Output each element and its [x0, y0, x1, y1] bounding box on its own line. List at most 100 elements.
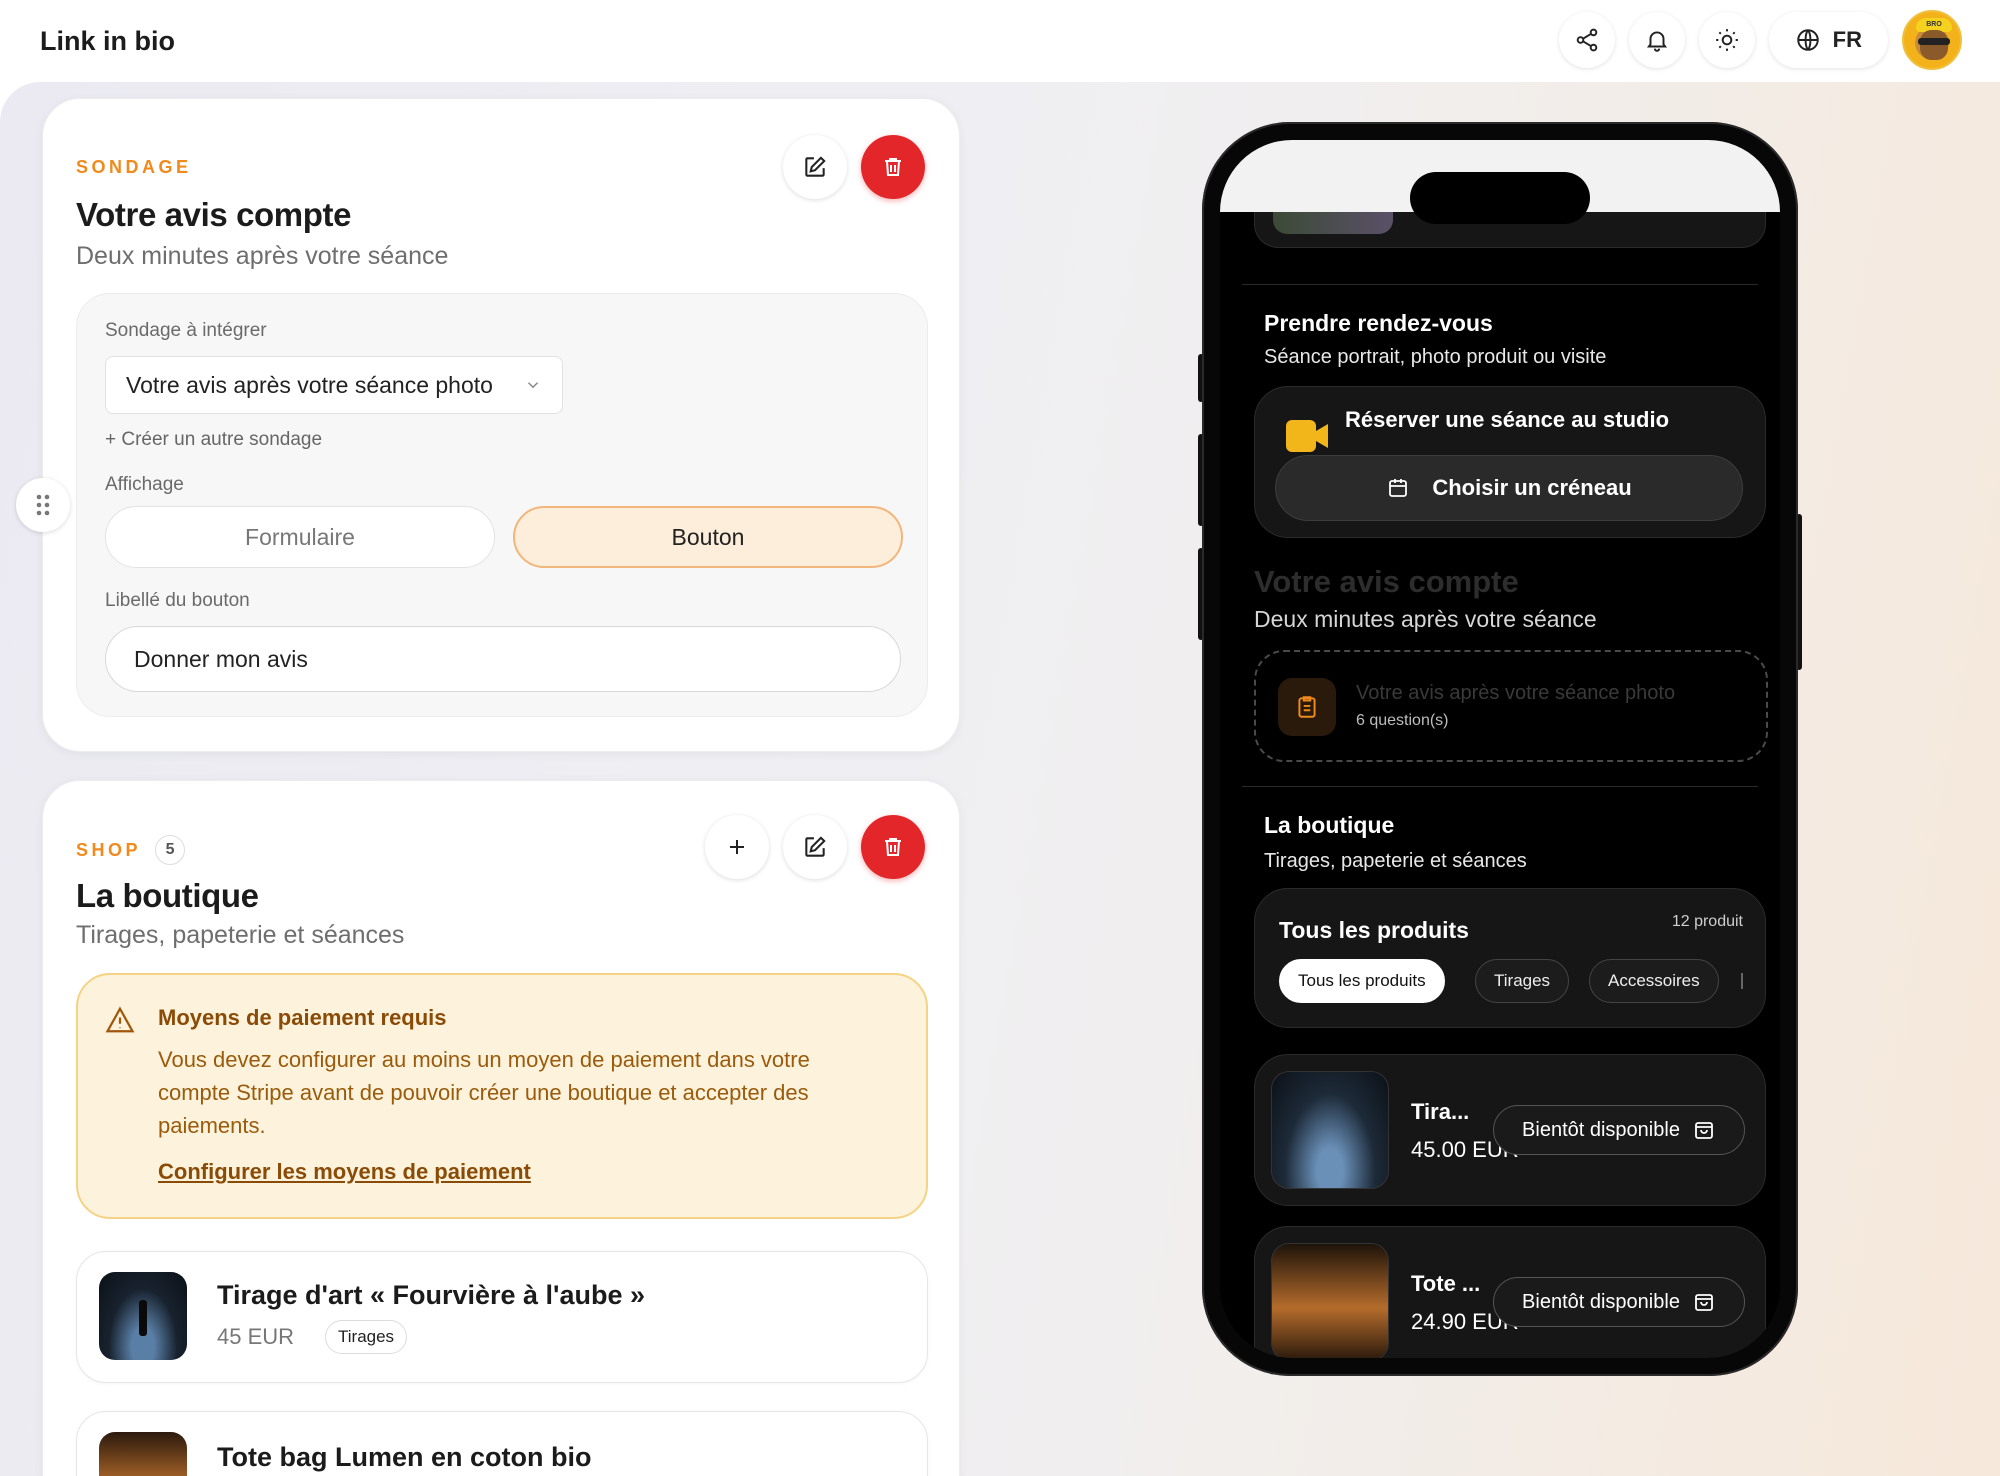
phone-product-name: Tira...	[1411, 1099, 1470, 1124]
poll-block-card: SONDAGE Votre avis compte Deux minutes a…	[42, 98, 960, 752]
display-option-button[interactable]: Bouton	[513, 506, 903, 568]
button-label-input[interactable]: Donner mon avis	[105, 626, 901, 692]
block-title: Votre avis compte	[76, 196, 352, 233]
choose-slot-button[interactable]: Choisir un créneau	[1275, 455, 1743, 521]
poll-icon-box	[1278, 678, 1336, 736]
notifications-button[interactable]	[1628, 12, 1685, 68]
grip-icon	[36, 494, 50, 516]
avatar[interactable]: BRO	[1902, 10, 1962, 70]
clipboard-icon	[1298, 696, 1316, 718]
poll-subtitle: Deux minutes après votre séance	[1254, 606, 1597, 632]
block-type-label: SHOP 5	[76, 835, 186, 865]
filter-title: Tous les produits	[1279, 917, 1469, 943]
warning-icon	[105, 1006, 135, 1033]
section-divider	[1242, 284, 1758, 285]
booking-card: Réserver une séance au studio Choisir un…	[1254, 386, 1766, 538]
product-category-tag: Tirages	[325, 1320, 408, 1354]
share-icon	[1576, 28, 1597, 52]
product-thumbnail	[99, 1272, 187, 1360]
button-label-label: Libellé du bouton	[105, 590, 250, 611]
delete-button[interactable]	[861, 135, 925, 199]
workspace: SONDAGE Votre avis compte Deux minutes a…	[0, 82, 2000, 1476]
chip-all-products[interactable]: Tous les produits	[1279, 959, 1445, 1003]
shop-subtitle: Tirages, papeterie et séances	[1264, 850, 1527, 872]
top-actions: FR BRO	[1558, 10, 1962, 70]
shop-block-card: SHOP 5 La boutique Tirages, papeterie et…	[42, 780, 960, 1476]
add-button[interactable]	[705, 815, 769, 879]
poll-question-count: 6 question(s)	[1356, 712, 1449, 729]
drag-handle[interactable]	[16, 478, 70, 532]
edit-icon	[805, 156, 826, 177]
configure-payment-link[interactable]: Configurer les moyens de paiement	[158, 1159, 531, 1185]
warning-body: Vous devez configurer au moins un moyen …	[158, 1047, 810, 1138]
edit-button[interactable]	[783, 135, 847, 199]
block-type-label: SONDAGE	[76, 157, 192, 177]
plus-icon	[730, 840, 744, 854]
choose-slot-label: Choisir un créneau	[1432, 475, 1632, 500]
product-item[interactable]: Tirage d'art « Fourvière à l'aube » 45 E…	[76, 1251, 928, 1383]
chip-tirages[interactable]: Tirages	[1475, 959, 1570, 1003]
booking-card-title: Réserver une séance au studio	[1345, 407, 1670, 432]
avatar-glasses	[1918, 38, 1950, 45]
poll-select-label: Sondage à intégrer	[105, 320, 267, 341]
product-count: 12 produit	[1671, 913, 1743, 930]
product-name: Tirage d'art « Fourvière à l'aube »	[217, 1280, 646, 1310]
block-title: La boutique	[76, 877, 259, 914]
top-bar: Link in bio FR BRO	[0, 0, 2000, 82]
dynamic-island	[1410, 172, 1590, 224]
theme-toggle-button[interactable]	[1698, 12, 1755, 68]
calendar-icon	[1389, 479, 1408, 497]
coming-soon-label: Bientôt disponible	[1522, 1118, 1680, 1141]
warning-title: Moyens de paiement requis	[158, 1005, 447, 1030]
video-camera-icon	[1286, 420, 1328, 452]
language-selector[interactable]: FR	[1768, 12, 1888, 68]
chevron-down-icon	[527, 382, 539, 389]
display-option-form[interactable]: Formulaire	[105, 506, 495, 568]
trash-icon	[885, 838, 901, 856]
poll-select[interactable]: Votre avis après votre séance photo	[105, 356, 563, 414]
poll-select-value: Votre avis après votre séance photo	[126, 371, 493, 398]
delete-button[interactable]	[861, 815, 925, 879]
bell-icon	[1646, 31, 1667, 52]
poll-embed[interactable]: Votre avis après votre séance photo 6 qu…	[1254, 650, 1768, 762]
product-price: 45 EUR	[217, 1324, 295, 1349]
poll-settings-panel: Sondage à intégrer Votre avis après votr…	[76, 293, 928, 717]
edit-button[interactable]	[783, 815, 847, 879]
shopping-bag-icon	[1695, 1122, 1713, 1139]
booking-title: Prendre rendez-vous	[1264, 310, 1493, 336]
coming-soon-button[interactable]: Bientôt disponible	[1493, 1105, 1745, 1155]
phone-screen: Prendre rendez-vous Séance portrait, pho…	[1220, 140, 1780, 1358]
product-count-badge: 5	[155, 835, 186, 865]
product-name: Tote bag Lumen en coton bio	[217, 1442, 592, 1472]
block-subtitle: Deux minutes après votre séance	[76, 242, 449, 270]
coming-soon-button[interactable]: Bientôt disponible	[1493, 1277, 1745, 1327]
share-button[interactable]	[1558, 12, 1615, 68]
phone-product-card[interactable]: Tira... 45.00 EUR Bientôt disponible	[1254, 1054, 1766, 1206]
avatar-face	[1920, 30, 1948, 60]
trash-icon	[885, 158, 901, 176]
shopping-bag-icon	[1695, 1294, 1713, 1311]
product-item[interactable]: Tote bag Lumen en coton bio	[76, 1411, 928, 1476]
globe-icon	[1796, 29, 1819, 51]
product-filter-card: Tous les produits 12 produit Tous les pr…	[1254, 888, 1766, 1028]
block-subtitle: Tirages, papeterie et séances	[76, 921, 405, 949]
phone-product-thumbnail	[1271, 1243, 1389, 1358]
chip-accessoires[interactable]: Accessoires	[1589, 959, 1719, 1003]
create-poll-link[interactable]: + Créer un autre sondage	[105, 429, 322, 451]
chip-overflow-indicator	[1741, 973, 1743, 989]
phone-preview: Prendre rendez-vous Séance portrait, pho…	[1202, 122, 1798, 1376]
booking-subtitle: Séance portrait, photo produit ou visite	[1264, 346, 1607, 368]
sun-icon	[1715, 29, 1738, 51]
coming-soon-label: Bientôt disponible	[1522, 1290, 1680, 1313]
edit-icon	[805, 836, 826, 857]
poll-name: Votre avis après votre séance photo	[1356, 682, 1676, 704]
payment-warning: Moyens de paiement requis Vous devez con…	[76, 973, 928, 1219]
phone-product-thumbnail	[1271, 1071, 1389, 1189]
display-label: Affichage	[105, 474, 184, 495]
app-title: Link in bio	[40, 25, 175, 56]
section-divider	[1242, 786, 1758, 787]
phone-product-card[interactable]: Tote ... 24.90 EUR Bientôt disponible	[1254, 1226, 1766, 1358]
block-type-text: SHOP	[76, 839, 142, 860]
product-thumbnail	[99, 1432, 187, 1476]
shop-title: La boutique	[1264, 812, 1395, 838]
